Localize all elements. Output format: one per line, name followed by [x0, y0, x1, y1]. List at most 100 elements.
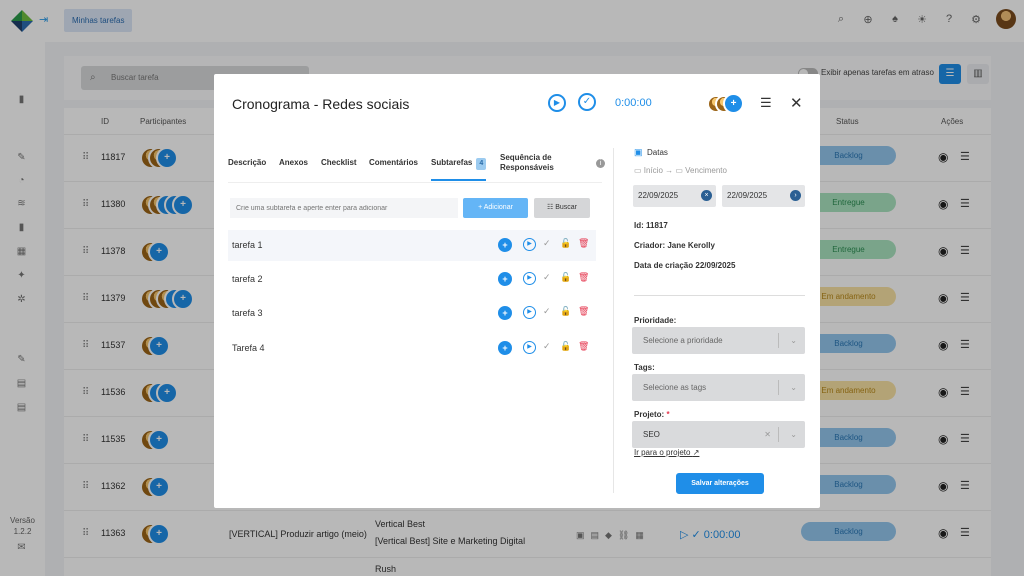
check-icon[interactable]: ✓: [543, 238, 551, 249]
chevron-down-icon: ⌄: [790, 430, 797, 439]
tab-sequencia[interactable]: Sequência de Responsáveis: [500, 153, 570, 173]
add-participant-icon[interactable]: +: [498, 238, 512, 252]
priority-label: Prioridade:: [634, 316, 677, 325]
tab-descricao[interactable]: Descrição: [228, 158, 266, 168]
select-separator: [778, 380, 779, 395]
play-icon[interactable]: ▶: [523, 306, 536, 319]
details-divider: [634, 295, 805, 296]
subtask-title: tarefa 2: [232, 274, 263, 284]
lock-icon[interactable]: 🔓: [560, 341, 571, 352]
tags-placeholder: Selecione as tags: [643, 383, 707, 392]
trash-icon[interactable]: 🗑: [578, 272, 589, 283]
modal-timer: 0:00:00: [615, 97, 652, 109]
lock-icon[interactable]: 🔓: [560, 272, 571, 283]
play-timer-button[interactable]: ▶: [548, 94, 566, 112]
go-to-project-link[interactable]: Ir para o projeto ↗: [634, 448, 699, 457]
subtask-title: tarefa 1: [232, 240, 263, 250]
subtask-title: Tarefa 4: [232, 343, 265, 353]
due-label: Vencimento: [685, 166, 727, 175]
trash-icon[interactable]: 🗑: [578, 238, 589, 249]
due-date-field[interactable]: 22/09/2025 ›: [722, 185, 805, 207]
start-label: Início: [643, 166, 663, 175]
complete-task-button[interactable]: ✓: [578, 93, 596, 111]
project-select[interactable]: SEO ✕ ⌄: [632, 421, 805, 448]
chevron-down-icon: ⌄: [790, 336, 797, 345]
external-link-icon: ↗: [692, 448, 700, 457]
date-range-labels: ▭ Início → ▭ Vencimento: [634, 166, 727, 175]
modal-title: Cronograma - Redes sociais: [232, 96, 410, 112]
created-value: 22/09/2025: [695, 261, 736, 270]
subtask-count-badge: 4: [476, 158, 487, 170]
task-modal: Cronograma - Redes sociais ▶ ✓ 0:00:00 +…: [214, 74, 820, 508]
subtask-row[interactable]: tarefa 3 + ▶ ✓ 🔓 🗑: [228, 298, 596, 329]
check-icon[interactable]: ✓: [543, 272, 551, 283]
lock-icon[interactable]: 🔓: [560, 306, 571, 317]
add-participant-icon[interactable]: +: [498, 341, 512, 355]
play-icon[interactable]: ▶: [523, 341, 536, 354]
check-icon[interactable]: ✓: [543, 341, 551, 352]
search-subtask-button[interactable]: ☷ Buscar: [534, 198, 590, 218]
list-icon: ☷: [546, 204, 556, 211]
subtask-row[interactable]: tarefa 2 + ▶ ✓ 🔓 🗑: [228, 264, 596, 295]
clear-icon[interactable]: ✕: [764, 421, 771, 448]
calendar-icon: ▭: [634, 166, 644, 175]
task-creator: Criador: Jane Kerolly: [634, 241, 715, 250]
panel-divider: [613, 148, 614, 493]
add-participant-icon[interactable]: +: [498, 272, 512, 286]
task-id-label: Id:: [634, 221, 644, 230]
project-label: Projeto: *: [634, 410, 670, 419]
tab-comentarios[interactable]: Comentários: [369, 158, 418, 168]
task-created-date: Data de criação 22/09/2025: [634, 261, 735, 270]
priority-select[interactable]: Selecione a prioridade ⌄: [632, 327, 805, 354]
play-icon[interactable]: ▶: [523, 272, 536, 285]
close-icon[interactable]: ✕: [790, 94, 803, 112]
lock-icon[interactable]: 🔓: [560, 238, 571, 249]
tab-subtarefas-label: Subtarefas: [431, 158, 473, 167]
tab-anexos[interactable]: Anexos: [279, 158, 308, 168]
task-id-value: 11817: [646, 221, 668, 230]
info-icon[interactable]: i: [596, 159, 605, 168]
project-label-text: Projeto:: [634, 410, 665, 419]
subtask-row[interactable]: Tarefa 4 + ▶ ✓ 🔓 🗑: [228, 333, 596, 364]
created-label: Data de criação: [634, 261, 694, 270]
project-value: SEO: [643, 430, 660, 439]
creator-value: Jane Kerolly: [667, 241, 715, 250]
start-date-field[interactable]: 22/09/2025 ×: [633, 185, 716, 207]
select-separator: [778, 427, 779, 442]
calendar-icon: ▣: [634, 147, 643, 157]
go-to-project-label: Ir para o projeto: [634, 448, 691, 457]
dates-title: Datas: [647, 148, 668, 157]
creator-label: Criador:: [634, 241, 666, 250]
play-icon[interactable]: ▶: [523, 238, 536, 251]
due-date-value: 22/09/2025: [727, 191, 768, 200]
more-options-icon[interactable]: ☰: [760, 95, 772, 111]
trash-icon[interactable]: 🗑: [578, 306, 589, 317]
tags-label: Tags:: [634, 363, 655, 372]
start-date-value: 22/09/2025: [638, 191, 679, 200]
tabs-divider: [228, 182, 602, 183]
required-marker: *: [666, 410, 670, 419]
clear-date-icon[interactable]: ×: [701, 190, 712, 201]
tab-checklist[interactable]: Checklist: [321, 158, 357, 168]
active-tab-indicator: [431, 179, 486, 181]
add-participant-icon[interactable]: +: [498, 306, 512, 320]
subtask-row[interactable]: tarefa 1 + ▶ ✓ 🔓 🗑: [228, 230, 596, 261]
calendar-picker-icon[interactable]: ›: [790, 190, 801, 201]
select-separator: [778, 333, 779, 348]
add-participant-button[interactable]: +: [723, 93, 744, 114]
calendar-icon: ▭: [675, 166, 686, 175]
arrow-right-icon: →: [665, 166, 676, 175]
tags-select[interactable]: Selecione as tags ⌄: [632, 374, 805, 401]
trash-icon[interactable]: 🗑: [578, 341, 589, 352]
save-button[interactable]: Salvar alterações: [676, 473, 764, 494]
tab-subtarefas[interactable]: Subtarefas 4: [431, 158, 487, 170]
subtask-input[interactable]: [230, 198, 458, 218]
priority-placeholder: Selecione a prioridade: [643, 336, 723, 345]
add-button-label: Adicionar: [483, 204, 513, 211]
search-button-label: Buscar: [555, 204, 578, 211]
subtask-title: tarefa 3: [232, 308, 263, 318]
chevron-down-icon: ⌄: [790, 383, 797, 392]
check-icon[interactable]: ✓: [543, 306, 551, 317]
add-subtask-button[interactable]: + Adicionar: [463, 198, 528, 218]
modal-participants[interactable]: +: [707, 93, 747, 115]
